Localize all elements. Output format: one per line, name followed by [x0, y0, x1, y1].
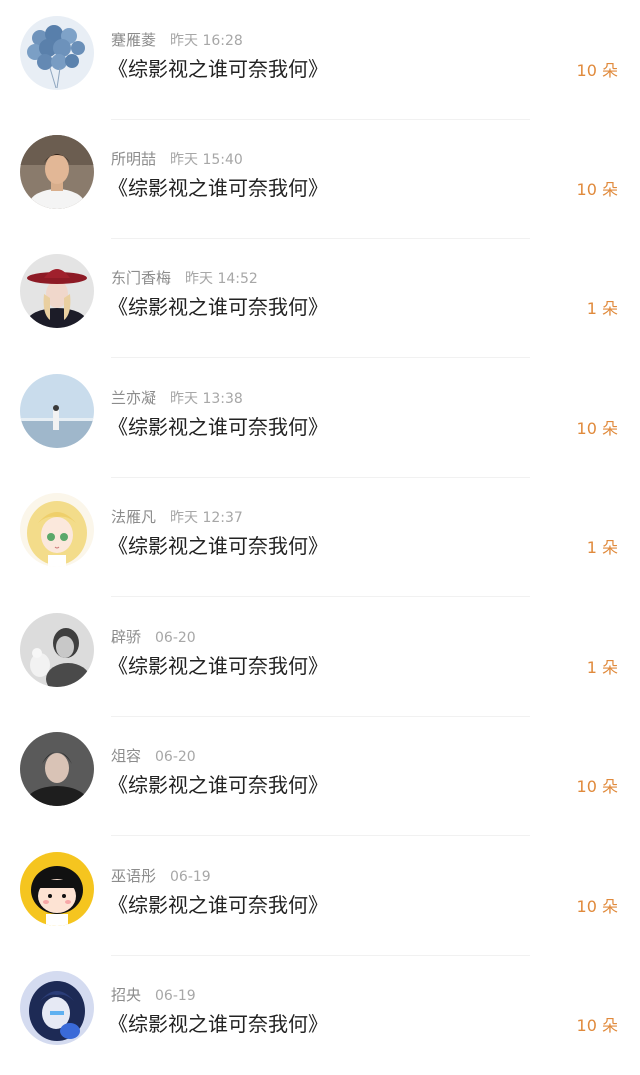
avatar[interactable]: [20, 493, 94, 567]
sender-name[interactable]: 俎容: [111, 747, 141, 765]
list-item[interactable]: 所明喆 昨天 15:40 《综影视之谁可奈我何》 10 朵: [0, 119, 640, 239]
gift-amount: 10 朵: [576, 897, 618, 916]
book-title[interactable]: 《综影视之谁可奈我何》: [108, 652, 328, 680]
sender-name[interactable]: 法雁凡: [111, 508, 156, 526]
send-time: 06-19: [170, 869, 211, 885]
sender-meta: 辟骄 06-20: [111, 627, 196, 648]
sender-meta: 兰亦凝 昨天 13:38: [111, 388, 243, 409]
book-title[interactable]: 《综影视之谁可奈我何》: [108, 55, 328, 83]
book-title[interactable]: 《综影视之谁可奈我何》: [108, 413, 328, 441]
send-time: 昨天 14:52: [185, 271, 258, 287]
book-title[interactable]: 《综影视之谁可奈我何》: [108, 891, 328, 919]
sender-name[interactable]: 蹇雁菱: [111, 31, 156, 49]
sender-meta: 所明喆 昨天 15:40: [111, 149, 243, 170]
sender-name[interactable]: 东门香梅: [111, 269, 171, 287]
avatar[interactable]: [20, 732, 94, 806]
gift-amount: 1 朵: [586, 299, 618, 318]
avatar[interactable]: [20, 135, 94, 209]
list-item[interactable]: 招央 06-19 《综影视之谁可奈我何》 10 朵: [0, 955, 640, 1075]
gift-amount: 10 朵: [576, 777, 618, 796]
send-time: 06-20: [155, 630, 196, 646]
book-title[interactable]: 《综影视之谁可奈我何》: [108, 293, 328, 321]
sender-meta: 蹇雁菱 昨天 16:28: [111, 30, 243, 51]
list-item[interactable]: 东门香梅 昨天 14:52 《综影视之谁可奈我何》 1 朵: [0, 238, 640, 358]
send-time: 06-20: [155, 749, 196, 765]
send-time: 昨天 12:37: [170, 510, 243, 526]
list-item[interactable]: 俎容 06-20 《综影视之谁可奈我何》 10 朵: [0, 716, 640, 836]
sender-name[interactable]: 巫语彤: [111, 867, 156, 885]
send-time: 昨天 15:40: [170, 152, 243, 168]
book-title[interactable]: 《综影视之谁可奈我何》: [108, 174, 328, 202]
sender-name[interactable]: 所明喆: [111, 150, 156, 168]
book-title[interactable]: 《综影视之谁可奈我何》: [108, 532, 328, 560]
avatar[interactable]: [20, 254, 94, 328]
book-title[interactable]: 《综影视之谁可奈我何》: [108, 771, 328, 799]
gift-amount: 1 朵: [586, 658, 618, 677]
send-time: 昨天 16:28: [170, 33, 243, 49]
book-title[interactable]: 《综影视之谁可奈我何》: [108, 1010, 328, 1038]
avatar[interactable]: [20, 613, 94, 687]
avatar[interactable]: [20, 16, 94, 90]
gift-amount: 10 朵: [576, 419, 618, 438]
gift-amount: 1 朵: [586, 538, 618, 557]
list-item[interactable]: 辟骄 06-20 《综影视之谁可奈我何》 1 朵: [0, 597, 640, 717]
sender-name[interactable]: 兰亦凝: [111, 389, 156, 407]
list-item[interactable]: 蹇雁菱 昨天 16:28 《综影视之谁可奈我何》 10 朵: [0, 0, 640, 120]
sender-name[interactable]: 招央: [111, 986, 141, 1004]
gift-amount: 10 朵: [576, 1016, 618, 1035]
list-item[interactable]: 巫语彤 06-19 《综影视之谁可奈我何》 10 朵: [0, 836, 640, 956]
gift-amount: 10 朵: [576, 180, 618, 199]
list-item[interactable]: 兰亦凝 昨天 13:38 《综影视之谁可奈我何》 10 朵: [0, 358, 640, 478]
sender-meta: 招央 06-19: [111, 985, 196, 1006]
sender-meta: 东门香梅 昨天 14:52: [111, 268, 258, 289]
gift-list: 蹇雁菱 昨天 16:28 《综影视之谁可奈我何》 10 朵 所明喆 昨天 15:40…: [0, 0, 640, 1072]
sender-meta: 俎容 06-20: [111, 746, 196, 767]
send-time: 昨天 13:38: [170, 391, 243, 407]
sender-meta: 法雁凡 昨天 12:37: [111, 507, 243, 528]
avatar[interactable]: [20, 374, 94, 448]
send-time: 06-19: [155, 988, 196, 1004]
sender-name[interactable]: 辟骄: [111, 628, 141, 646]
sender-meta: 巫语彤 06-19: [111, 866, 211, 887]
gift-amount: 10 朵: [576, 61, 618, 80]
avatar[interactable]: [20, 971, 94, 1045]
list-item[interactable]: 法雁凡 昨天 12:37 《综影视之谁可奈我何》 1 朵: [0, 477, 640, 597]
avatar[interactable]: [20, 852, 94, 926]
